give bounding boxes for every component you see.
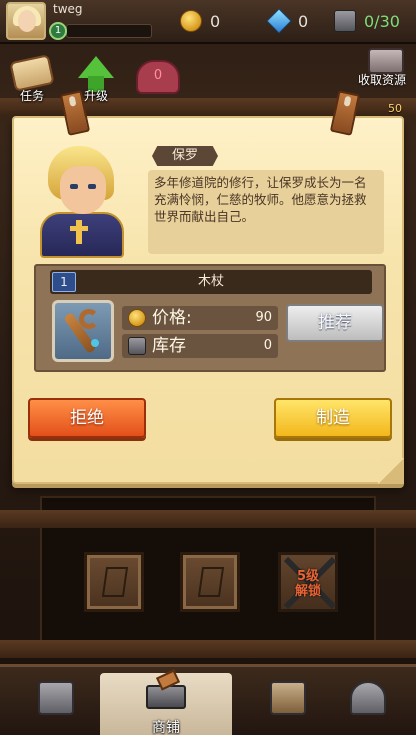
hero-name-badge: 保罗 [152, 146, 218, 166]
gold-counter[interactable]: 0 [180, 8, 220, 34]
refuse-button[interactable]: 拒绝 [28, 398, 146, 438]
price-value: 90 [255, 310, 272, 325]
shelf [0, 510, 416, 528]
staff-head [79, 309, 99, 329]
shop-label: 商铺 [152, 720, 180, 735]
hero-cross [76, 220, 82, 244]
heart-count: 0 [153, 68, 163, 83]
player-level-badge: 1 [49, 22, 67, 40]
staff-gem [91, 339, 99, 347]
shield-icon [350, 681, 386, 715]
storage-value: 0/30 [364, 11, 400, 31]
hero-eye [88, 184, 96, 189]
gem-counter[interactable]: 0 [266, 8, 309, 34]
hero-cross-bar [70, 226, 88, 231]
craft-slot[interactable] [84, 552, 144, 612]
item-name: 木杖 [197, 274, 224, 289]
collect-resources-label[interactable]: 收取资源 [358, 71, 406, 88]
diamond-icon [197, 567, 225, 597]
hero-request-dialog: 保罗 多年修道院的修行，让保罗成长为一名充满怜悯，仁慈的牧师。他愿意为拯救世界而… [12, 90, 404, 484]
nav-battle[interactable] [320, 673, 412, 735]
avatar-face [18, 10, 36, 32]
item-image-box [52, 300, 114, 362]
gold-value: 0 [210, 11, 221, 31]
nav-shop[interactable]: 商铺 [100, 669, 232, 735]
nav-tavern[interactable] [240, 673, 332, 735]
shelf [0, 640, 416, 658]
coin-icon [180, 10, 202, 32]
recommend-button[interactable]: 推荐 [286, 304, 384, 342]
item-header: 木杖 1 [50, 270, 372, 294]
make-button[interactable]: 制造 [274, 398, 392, 438]
heart-button[interactable]: 0 [136, 60, 180, 94]
chest-icon [128, 337, 146, 355]
gem-icon [266, 8, 292, 34]
gem-value: 0 [298, 11, 309, 31]
stock-value: 0 [263, 338, 272, 353]
stock-row: 库存 0 [122, 334, 278, 358]
player-name: tweg [53, 2, 83, 16]
craft-slot[interactable] [180, 552, 240, 612]
castle-icon [38, 681, 74, 715]
unlock-requirement-text: 5级 解锁 [294, 569, 321, 599]
top-bar: tweg 1 0 0 0/30 [0, 0, 416, 44]
hero-description: 多年修道院的修行，让保罗成长为一名充满怜悯，仁慈的牧师。他愿意为拯救世界而献出自… [148, 170, 384, 254]
mug-icon [270, 681, 306, 715]
chest-icon [334, 10, 356, 32]
task-button[interactable]: 任务 [6, 52, 58, 103]
hero-face [60, 166, 106, 214]
item-slot-number: 1 [52, 272, 76, 292]
arrow-up-icon [78, 56, 114, 78]
player-avatar[interactable] [6, 2, 46, 40]
side-value: 50 [388, 102, 402, 115]
price-label: 价格: [152, 308, 192, 328]
price-row: 价格: 90 [122, 306, 278, 330]
hero-eye [70, 184, 78, 189]
bottom-navigation: 商铺 [0, 664, 416, 735]
diamond-icon [101, 567, 129, 597]
item-request-panel: 木杖 1 价格: 90 库存 0 推荐 [34, 264, 386, 372]
xp-bar [66, 24, 152, 38]
storage-counter[interactable]: 0/30 [334, 8, 400, 34]
hero-robe [40, 212, 124, 258]
nav-castle[interactable] [8, 673, 100, 735]
coin-icon [128, 309, 146, 327]
hero-portrait [30, 140, 130, 258]
stock-label: 库存 [152, 336, 186, 356]
locked-craft-slot[interactable]: 5级 解锁 [278, 552, 338, 612]
task-label: 任务 [19, 89, 44, 103]
